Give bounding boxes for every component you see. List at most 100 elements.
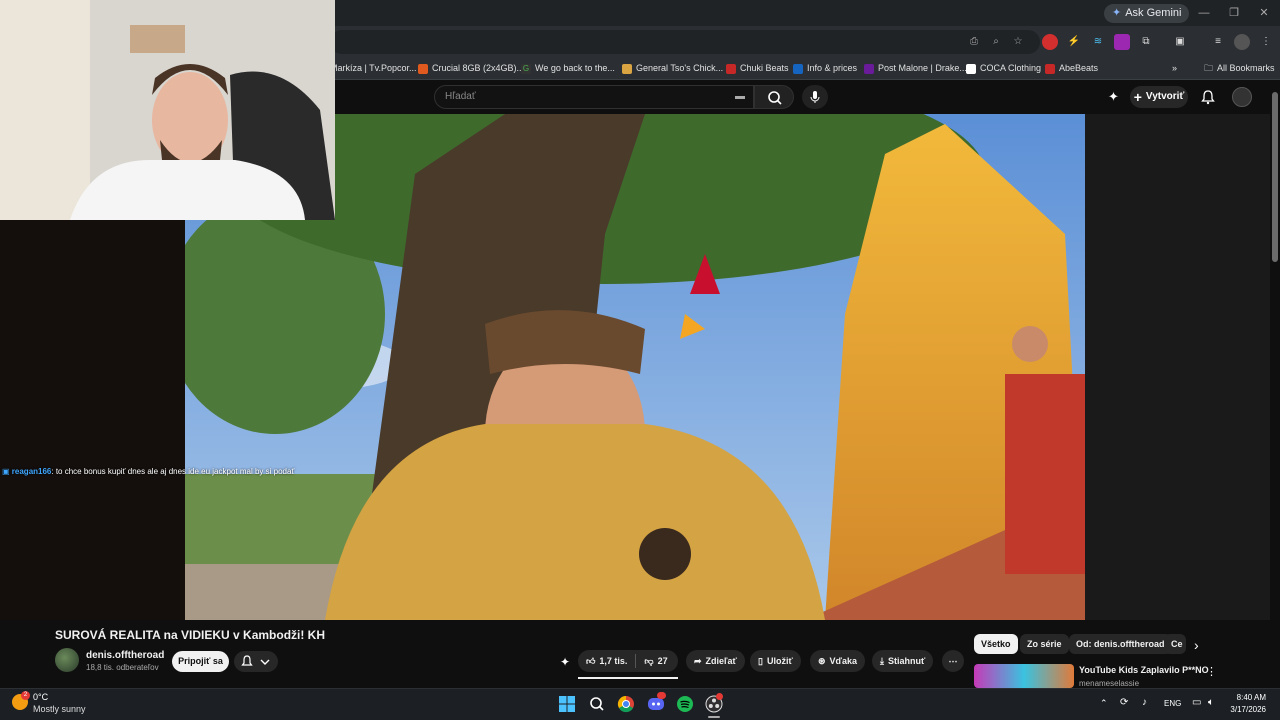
bookmark-item[interactable]: AbeBeats — [1045, 60, 1098, 77]
chip-truncated[interactable]: Ce — [1164, 634, 1186, 654]
more-actions-button[interactable]: ⋯ — [942, 650, 964, 672]
video-title: SUROVÁ REALITA na VIDIEKU v Kambodži! KH — [55, 628, 326, 642]
menu-kebab-icon[interactable]: ⋮ — [1258, 34, 1274, 50]
bookmark-item[interactable]: General Tso's Chick... — [622, 60, 723, 77]
bookmarks-overflow-icon[interactable]: » — [1172, 60, 1177, 77]
join-button[interactable]: Pripojiť sa — [172, 651, 229, 672]
voice-search-button[interactable] — [802, 85, 828, 109]
profile-avatar[interactable] — [1234, 34, 1250, 50]
all-bookmarks[interactable]: 🗀 All Bookmarks — [1204, 60, 1275, 77]
bookmark-favicon — [622, 63, 632, 74]
recommendation-menu-icon[interactable]: ⋮ — [1206, 665, 1217, 678]
extensions-puzzle-icon[interactable]: ⧉ — [1138, 34, 1154, 50]
bookmark-item[interactable]: COCA Clothing — [966, 60, 1041, 77]
notifications-icon[interactable] — [1200, 89, 1216, 105]
spotify-icon[interactable] — [675, 694, 695, 714]
divider — [635, 654, 637, 668]
share-button[interactable]: ➦ Zdieľať — [686, 650, 745, 672]
tray-sync-icon[interactable]: ⟳ — [1120, 697, 1128, 708]
restore-icon[interactable]: ❐ — [1226, 5, 1242, 21]
bookmark-item[interactable]: Markíza | Tv.Popcor... — [330, 60, 417, 77]
save-button[interactable]: ▯ Uložiť — [750, 650, 801, 672]
ask-ai-icon[interactable]: ✦ — [560, 655, 570, 669]
bookmark-star-icon[interactable]: ☆ — [1010, 34, 1026, 50]
like-dislike-group: 👍︎ 1,7 tis. 👎︎ 27 — [578, 650, 678, 672]
download-button[interactable]: ⤓ Stiahnuť — [872, 650, 934, 672]
like-ratio-bar — [578, 677, 678, 679]
extension-audio-icon[interactable]: ≋ — [1090, 34, 1106, 50]
keyboard-icon[interactable]: ▬ — [735, 86, 745, 108]
discord-notification-badge — [657, 692, 666, 699]
recommendation-channel[interactable]: menameselassie — [1079, 679, 1139, 688]
chip-channel[interactable]: Od: denis.offtheroad — [1069, 634, 1172, 654]
clock-date[interactable]: 3/17/2026 — [1222, 705, 1266, 714]
gemini-icon: ✦ — [1112, 7, 1122, 19]
bookmark-favicon — [418, 63, 428, 74]
chrome-icon[interactable] — [616, 694, 636, 714]
chevron-down-icon — [260, 659, 270, 665]
zoom-icon[interactable]: ⌕ — [988, 34, 1004, 50]
recording-badge — [716, 693, 723, 700]
super-thanks-icon: ⊛ — [818, 656, 826, 666]
share-icon: ➦ — [694, 656, 702, 666]
bookmark-favicon — [966, 63, 976, 74]
language-indicator[interactable]: ENG — [1164, 699, 1181, 708]
thumbs-up-icon: 👍︎ — [586, 656, 596, 666]
extension-purple-icon[interactable] — [1114, 34, 1130, 50]
tray-overflow-icon[interactable]: ⌃ — [1100, 698, 1108, 709]
right-dark-panel — [1085, 114, 1270, 620]
install-app-icon[interactable]: ⎙ — [966, 34, 982, 50]
streamer-webcam-image — [0, 0, 335, 220]
bookmark-item[interactable]: Chuki Beats — [726, 60, 789, 77]
chevron-right-icon[interactable]: › — [1194, 637, 1199, 653]
scrollbar-thumb[interactable] — [1272, 92, 1278, 262]
bookmark-favicon — [793, 63, 803, 74]
reading-list-icon[interactable]: ≡ — [1210, 34, 1226, 50]
dislike-button[interactable]: 👎︎ 27 — [644, 650, 667, 672]
bookmark-favicon — [864, 63, 874, 74]
extension-grey-icon[interactable]: ⚡ — [1066, 34, 1082, 50]
weather-temperature[interactable]: 0°C — [33, 692, 48, 702]
clock-time[interactable]: 8:40 AM — [1230, 693, 1266, 702]
gemini-yt-icon[interactable]: ✦ — [1108, 89, 1124, 105]
channel-name[interactable]: denis.offtheroad — [86, 650, 164, 661]
bookmark-item[interactable]: Post Malone | Drake... — [864, 60, 967, 77]
like-button[interactable]: 👍︎ 1,7 tis. — [586, 650, 627, 672]
badge-icon: ▣ — [2, 467, 10, 476]
account-avatar[interactable] — [1232, 87, 1252, 107]
minimize-icon[interactable]: — — [1196, 5, 1212, 21]
extension-red-icon[interactable] — [1042, 34, 1058, 50]
search-button[interactable] — [754, 85, 794, 109]
search-icon — [768, 91, 782, 105]
active-app-indicator — [708, 716, 720, 718]
bookmark-item[interactable]: Crucial 8GB (2x4GB)... — [418, 60, 524, 77]
recommendation-title[interactable]: YouTube Kids Zaplavilo P**NO — [1079, 665, 1209, 675]
chip-all[interactable]: Všetko — [974, 634, 1018, 654]
close-icon[interactable]: ✕ — [1256, 5, 1272, 21]
subscriber-count: 18,8 tis. odberateľov — [86, 663, 159, 672]
taskbar-search-icon[interactable] — [587, 694, 607, 714]
bookmark-favicon: G — [521, 63, 531, 74]
network-icon[interactable]: ▭ — [1192, 697, 1201, 708]
weather-condition[interactable]: Mostly sunny — [33, 704, 86, 714]
bookmark-item[interactable]: G We go back to the... — [521, 60, 615, 77]
bookmark-favicon — [726, 63, 736, 74]
create-button[interactable]: + Vytvoriť — [1130, 86, 1188, 108]
bookmark-item[interactable]: Info & prices — [793, 60, 857, 77]
more-horizontal-icon: ⋯ — [948, 656, 958, 666]
bookmark-favicon — [1045, 63, 1055, 74]
thanks-button[interactable]: ⊛ Vďaka — [810, 650, 866, 672]
channel-avatar[interactable] — [55, 648, 79, 672]
sidepanel-icon[interactable]: ▣ — [1172, 34, 1188, 50]
ask-gemini-button[interactable]: ✦ Ask Gemini — [1104, 4, 1190, 23]
chat-username: reagan166 — [11, 467, 52, 476]
address-bar[interactable] — [330, 30, 1040, 54]
recommendation-thumbnail[interactable] — [974, 664, 1074, 688]
tray-mic-icon[interactable]: ♪ — [1142, 697, 1147, 708]
left-dark-panel — [0, 220, 185, 620]
search-input[interactable]: Hľadať ▬ — [434, 85, 754, 109]
subscription-bell-button[interactable] — [234, 651, 278, 672]
volume-icon[interactable]: 🔈︎ — [1208, 697, 1214, 708]
chip-series[interactable]: Zo série — [1020, 634, 1069, 654]
windows-start-icon[interactable] — [557, 694, 577, 714]
